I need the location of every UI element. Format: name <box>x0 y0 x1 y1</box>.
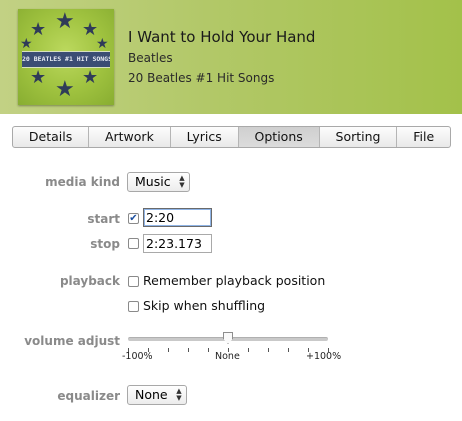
volume-slider-thumb[interactable] <box>223 332 233 344</box>
volume-slider-tick <box>268 348 269 352</box>
track-artist: Beatles <box>128 51 173 65</box>
tab-file[interactable]: File <box>397 127 450 147</box>
equalizer-value: None <box>135 387 168 402</box>
start-time-field[interactable]: 2:20 <box>143 208 212 227</box>
volume-adjust-label: volume adjust <box>24 334 120 348</box>
volume-slider-tick <box>208 348 209 352</box>
remember-position-checkbox[interactable] <box>128 276 139 287</box>
volume-mid-label: None <box>215 351 240 362</box>
star-icon: ★ <box>30 67 47 88</box>
stop-time-field[interactable]: 2:23.173 <box>143 234 212 253</box>
playback-label: playback <box>59 274 120 288</box>
album-artwork: ★ ★ ★ ★ ★ ★ ★ ★ 20 BEATLES #1 HIT SONGS <box>18 9 114 105</box>
star-icon: ★ <box>82 67 99 88</box>
tab-lyrics[interactable]: Lyrics <box>171 127 239 147</box>
volume-slider-tick <box>248 348 249 352</box>
stop-label: stop <box>90 237 120 251</box>
up-down-arrows-icon: ▲ ▼ <box>176 387 182 402</box>
volume-slider-tick <box>288 348 289 352</box>
skip-shuffling-label: Skip when shuffling <box>143 298 266 313</box>
start-checkbox[interactable]: ✔ <box>128 213 139 224</box>
artwork-banner: 20 BEATLES #1 HIT SONGS <box>22 51 110 68</box>
start-label: start <box>87 212 120 226</box>
star-icon: ★ <box>55 9 75 34</box>
media-kind-label: media kind <box>45 175 120 189</box>
tab-options[interactable]: Options <box>238 127 320 147</box>
tab-artwork[interactable]: Artwork <box>89 127 171 147</box>
equalizer-label: equalizer <box>57 389 120 403</box>
skip-shuffling-checkbox[interactable] <box>128 301 139 312</box>
stop-checkbox[interactable] <box>128 238 139 249</box>
tab-bar: Details Artwork Lyrics Options Sorting F… <box>12 126 451 148</box>
star-icon: ★ <box>20 36 33 52</box>
tab-details[interactable]: Details <box>13 127 90 147</box>
checkmark-icon: ✔ <box>129 213 138 224</box>
volume-slider-tick <box>188 348 189 352</box>
tab-sorting[interactable]: Sorting <box>320 127 398 147</box>
up-down-arrows-icon: ▲ ▼ <box>179 174 185 189</box>
track-title: I Want to Hold Your Hand <box>128 28 316 46</box>
equalizer-select[interactable]: None ▲ ▼ <box>127 385 187 405</box>
star-icon: ★ <box>55 77 75 102</box>
volume-max-label: +100% <box>306 351 342 362</box>
volume-slider-tick <box>168 348 169 352</box>
media-kind-select[interactable]: Music ▲ ▼ <box>127 172 190 192</box>
star-icon: ★ <box>96 36 109 52</box>
media-kind-value: Music <box>135 174 171 189</box>
volume-min-label: -100% <box>122 351 153 362</box>
track-header: ★ ★ ★ ★ ★ ★ ★ ★ 20 BEATLES #1 HIT SONGS … <box>0 0 462 114</box>
track-album: 20 Beatles #1 Hit Songs <box>128 71 275 85</box>
remember-position-label: Remember playback position <box>143 273 326 288</box>
